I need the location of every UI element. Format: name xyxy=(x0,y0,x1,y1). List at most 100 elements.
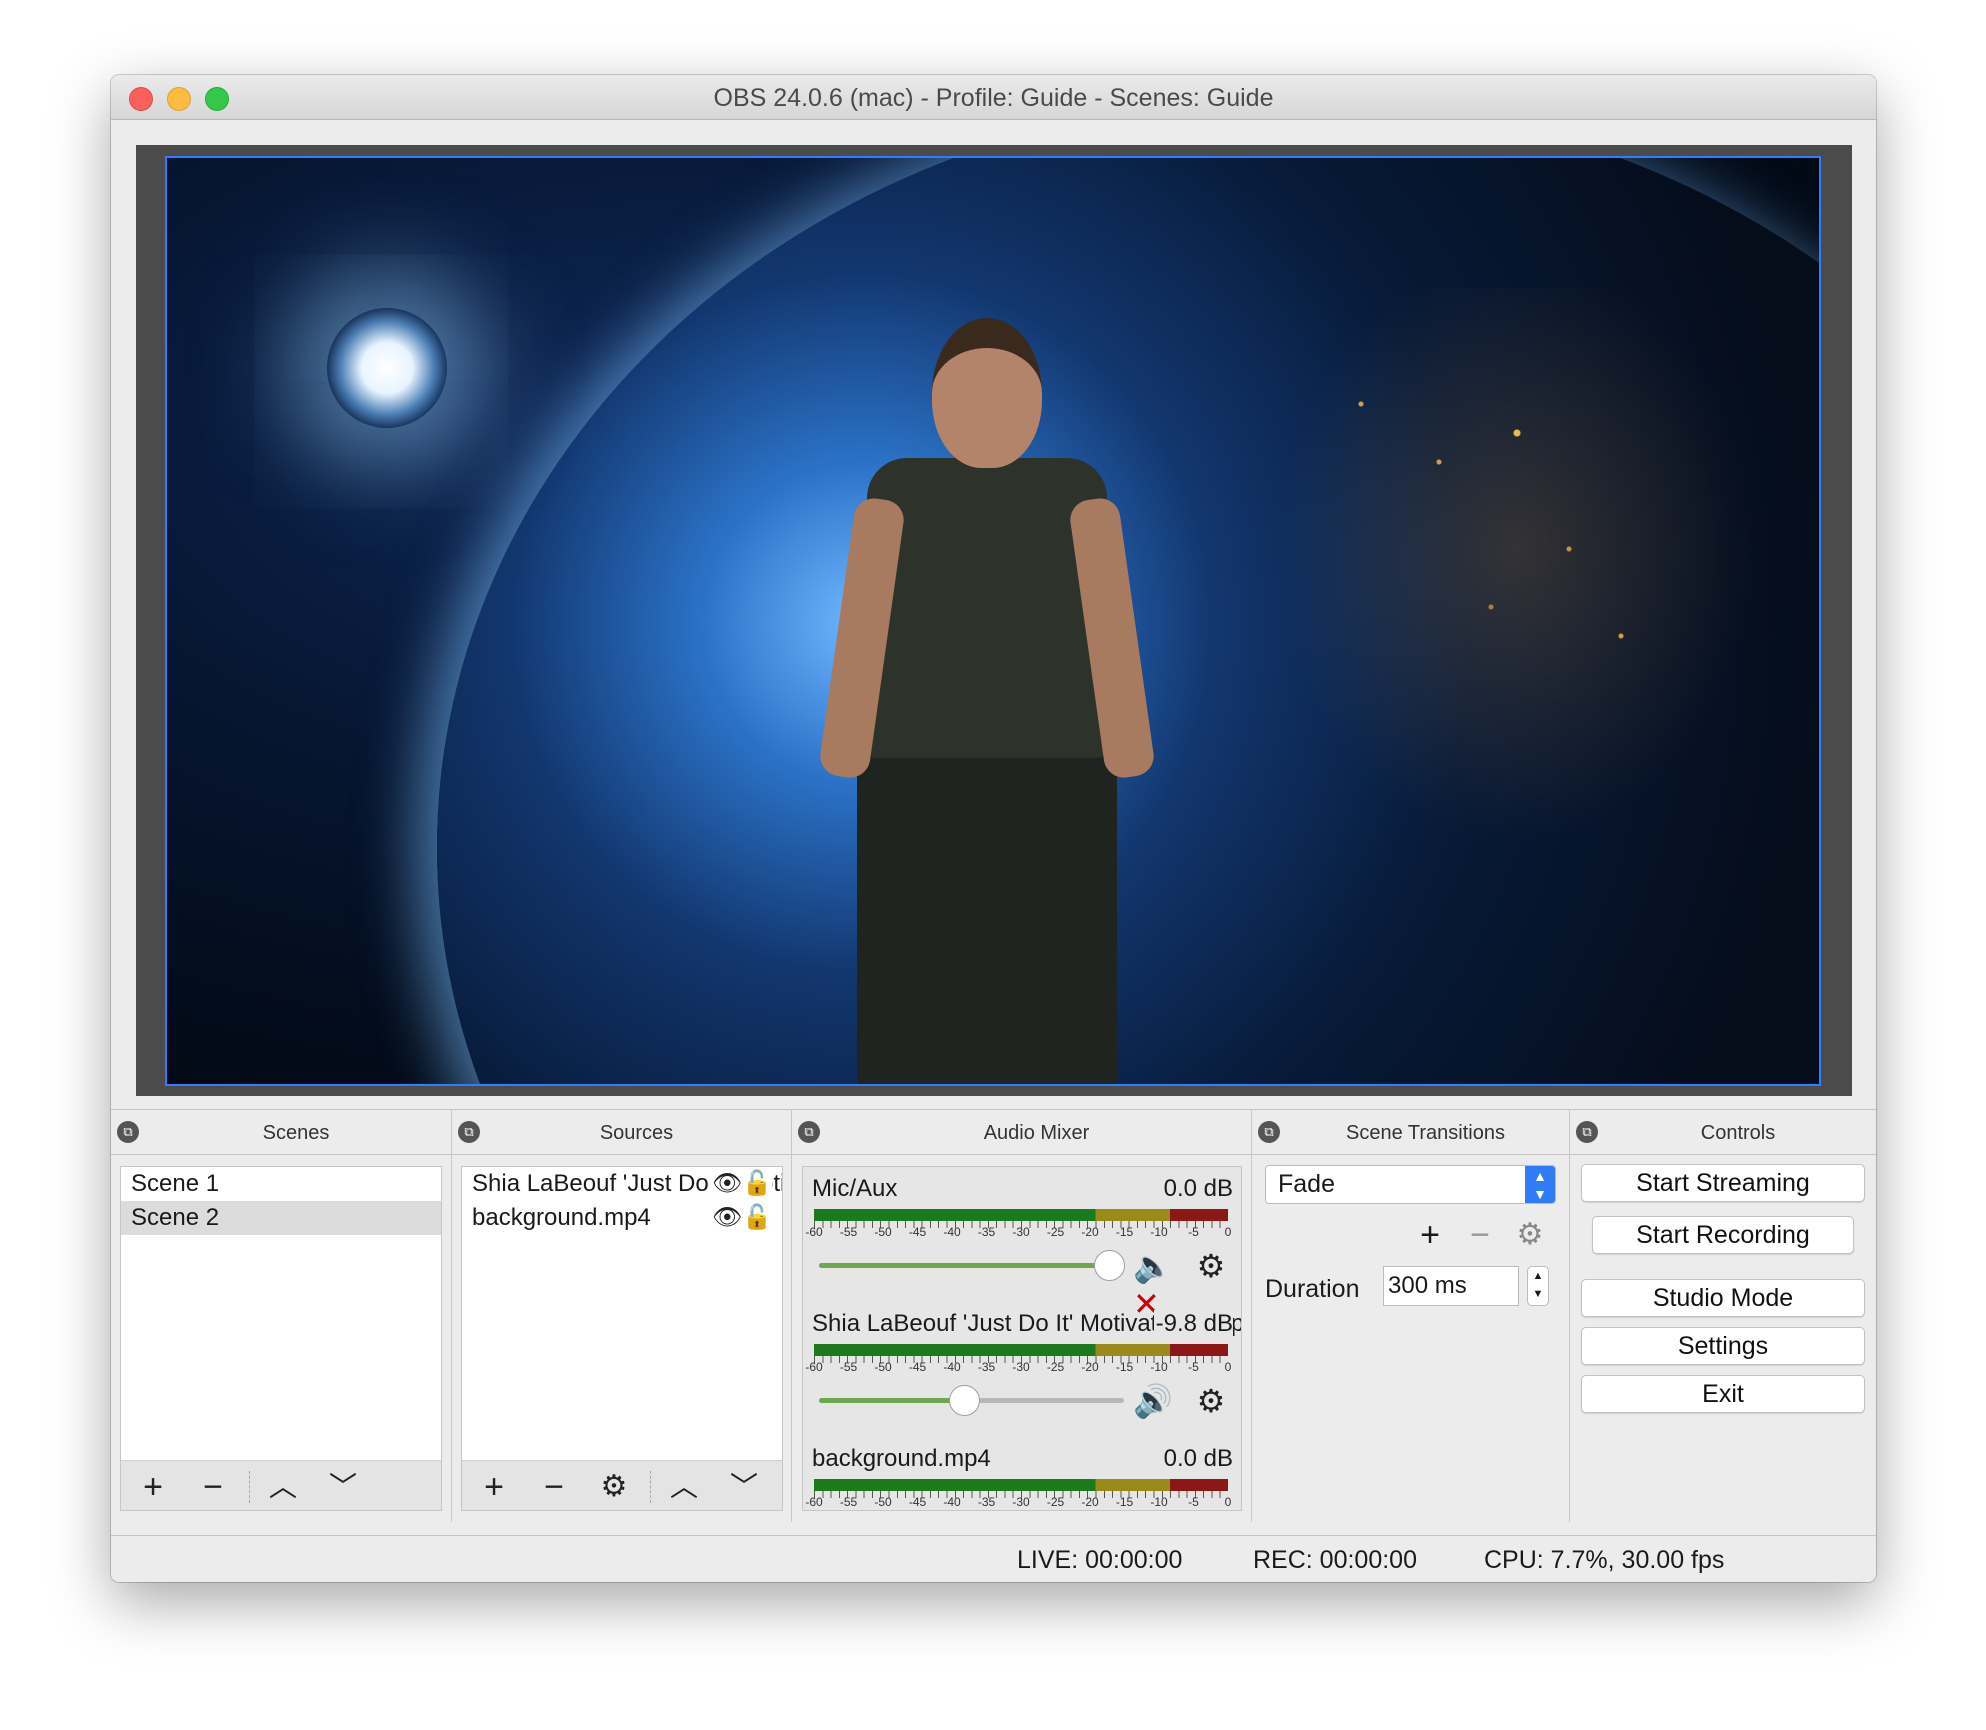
speaker-muted-icon[interactable]: 🔈✕ xyxy=(1133,1247,1187,1322)
volume-slider-handle[interactable] xyxy=(1093,1250,1125,1281)
exit-button[interactable]: Exit xyxy=(1581,1375,1865,1413)
volume-meter xyxy=(814,1479,1228,1491)
channel-name: Mic/Aux xyxy=(812,1175,898,1202)
channel-db: 0.0 dB xyxy=(1161,1175,1233,1203)
undock-icon[interactable]: ⧉ xyxy=(1576,1121,1598,1143)
meter-tick-label: -5 xyxy=(1188,1225,1199,1239)
minus-icon[interactable]: − xyxy=(534,1467,574,1507)
meter-tick-label: -35 xyxy=(977,1495,996,1509)
duration-label: Duration xyxy=(1265,1275,1360,1303)
window-title: OBS 24.0.6 (mac) - Profile: Guide - Scen… xyxy=(713,84,1274,112)
channel-name: background.mp4 xyxy=(812,1445,991,1472)
minus-icon[interactable]: − xyxy=(1460,1215,1500,1255)
meter-tick-label: -60 xyxy=(805,1225,823,1239)
speaker-icon[interactable]: 🔊 xyxy=(1133,1382,1187,1420)
controls-header: ⧉ Controls xyxy=(1570,1109,1876,1155)
volume-slider-handle[interactable] xyxy=(948,1385,980,1416)
scene-transitions-dock: ⧉ Scene Transitions Fade ▲ ▼ + − ⚙ Durati… xyxy=(1251,1109,1569,1522)
arrow-up-icon[interactable]: ︿ xyxy=(263,1467,303,1507)
meter-scale: -60 -55 -50 -45 -40 -35 -30 -25 -20 -15 -10 -5 0 xyxy=(805,1225,1238,1241)
meter-tick-label: -15 xyxy=(1115,1225,1134,1239)
arrow-up-icon[interactable]: ︿ xyxy=(664,1467,704,1507)
gear-icon[interactable]: ⚙ xyxy=(594,1467,634,1507)
obs-window: OBS 24.0.6 (mac) - Profile: Guide - Scen… xyxy=(111,75,1876,1582)
undock-icon[interactable]: ⧉ xyxy=(117,1121,139,1143)
preview-canvas[interactable] xyxy=(165,156,1821,1086)
undock-icon[interactable]: ⧉ xyxy=(798,1121,820,1143)
volume-slider[interactable] xyxy=(819,1250,1125,1281)
plus-icon[interactable]: + xyxy=(133,1467,173,1507)
meter-tick-label: -55 xyxy=(839,1225,858,1239)
scenes-dock: ⧉ Scenes Scene 1 Scene 2 + − ︿ ﹀ xyxy=(111,1109,451,1522)
arrow-down-icon[interactable]: ﹀ xyxy=(724,1467,764,1507)
volume-meter xyxy=(814,1209,1228,1221)
dock-row: ⧉ Scenes Scene 1 Scene 2 + − ︿ ﹀ ⧉ Sourc… xyxy=(111,1109,1876,1522)
audio-mixer-title: Audio Mixer xyxy=(983,1122,1090,1144)
meter-tick-label: -25 xyxy=(1046,1360,1065,1374)
sources-dock: ⧉ Sources Shia LaBeouf 'Just Do It' Moti… xyxy=(451,1109,791,1522)
meter-tick-label: -15 xyxy=(1115,1495,1134,1509)
eye-icon[interactable]: 👁 xyxy=(712,1167,742,1201)
meter-tick-label: -10 xyxy=(1150,1495,1168,1509)
volume-meter xyxy=(814,1344,1228,1356)
meter-tick-label: -10 xyxy=(1150,1225,1168,1239)
gear-icon[interactable]: ⚙ xyxy=(1191,1247,1231,1285)
audio-mixer-header: ⧉ Audio Mixer xyxy=(792,1109,1251,1155)
transition-select[interactable]: Fade ▲ ▼ xyxy=(1265,1165,1556,1204)
meter-tick-label: -60 xyxy=(805,1360,823,1374)
controls-dock: ⧉ Controls Start Streaming Start Recordi… xyxy=(1569,1109,1876,1522)
controls-title: Controls xyxy=(1700,1122,1776,1144)
scenes-dock-title: Scenes xyxy=(262,1122,330,1144)
meter-tick-label: -20 xyxy=(1081,1495,1099,1509)
mixer-channel: Mic/Aux 0.0 dB -60 -55 -50 -45 -40 -35 -30 -25 -20… xyxy=(803,1175,1241,1322)
meter-tick-label: 0 xyxy=(1224,1225,1232,1239)
settings-button[interactable]: Settings xyxy=(1581,1327,1865,1365)
minus-icon[interactable]: − xyxy=(193,1467,233,1507)
gear-icon[interactable]: ⚙ xyxy=(1191,1382,1231,1420)
sources-list: Shia LaBeouf 'Just Do It' Motivational S… xyxy=(461,1166,783,1511)
start-streaming-button[interactable]: Start Streaming xyxy=(1581,1164,1865,1202)
source-item[interactable]: Shia LaBeouf 'Just Do It' Motivational S… xyxy=(462,1167,782,1201)
meter-tick-label: -30 xyxy=(1012,1360,1030,1374)
volume-slider[interactable] xyxy=(819,1385,1124,1416)
plus-icon[interactable]: + xyxy=(1410,1215,1450,1255)
audio-mixer-dock: ⧉ Audio Mixer Mic/Aux 0.0 dB -60 -55 -50 -45-… xyxy=(791,1109,1251,1522)
cpu-status: CPU: 7.7%, 30.00 fps xyxy=(1484,1546,1725,1574)
channel-db: 0.0 dB xyxy=(1161,1445,1233,1473)
audio-mixer-channels[interactable]: Mic/Aux 0.0 dB -60 -55 -50 -45 -40 -35 -30 -25 -20… xyxy=(802,1166,1242,1511)
studio-mode-button[interactable]: Studio Mode xyxy=(1581,1279,1865,1317)
meter-tick-label: -15 xyxy=(1115,1360,1134,1374)
meter-tick-label: -50 xyxy=(874,1225,892,1239)
sources-dock-title: Sources xyxy=(599,1122,674,1144)
meter-tick-label: 0 xyxy=(1224,1360,1232,1374)
duration-stepper[interactable]: ▲ ▼ xyxy=(1527,1266,1549,1306)
source-item[interactable]: background.mp4 👁🔓 xyxy=(462,1201,782,1235)
meter-tick-label: -45 xyxy=(908,1495,927,1509)
meter-tick-label: -55 xyxy=(839,1495,858,1509)
scene-item-selected[interactable]: Scene 2 xyxy=(121,1201,441,1235)
start-recording-button[interactable]: Start Recording xyxy=(1592,1216,1854,1254)
meter-tick-label: -30 xyxy=(1012,1225,1030,1239)
scenes-dock-header: ⧉ Scenes xyxy=(111,1109,451,1155)
mixer-channel: background.mp4 0.0 dB -60 -55 -50 -45 -40 -35 -3… xyxy=(803,1445,1241,1510)
meter-tick-label: -45 xyxy=(908,1225,927,1239)
undock-icon[interactable]: ⧉ xyxy=(458,1121,480,1143)
mixer-channel: Shia LaBeouf 'Just Do It' Motivational S… xyxy=(803,1310,1241,1445)
lock-icon[interactable]: 🔓 xyxy=(742,1167,772,1201)
eye-icon[interactable]: 👁 xyxy=(712,1201,742,1235)
gear-icon[interactable]: ⚙ xyxy=(1510,1215,1550,1255)
meter-tick-label: -35 xyxy=(977,1225,996,1239)
meter-tick-label: -50 xyxy=(874,1495,892,1509)
meter-scale: -60 -55 -50 -45 -40 -35 -30 -25 -20 -15 -10 -5 0 xyxy=(805,1495,1238,1510)
scenes-toolbar: + − ︿ ﹀ xyxy=(121,1460,441,1510)
status-bar: LIVE: 00:00:00 REC: 00:00:00 CPU: 7.7%, … xyxy=(111,1535,1876,1582)
scene-item[interactable]: Scene 1 xyxy=(121,1167,441,1201)
undock-icon[interactable]: ⧉ xyxy=(1258,1121,1280,1143)
sun-glare xyxy=(327,308,447,428)
arrow-down-icon[interactable]: ﹀ xyxy=(323,1467,363,1507)
lock-icon[interactable]: 🔓 xyxy=(742,1201,772,1235)
duration-input[interactable]: 300 ms xyxy=(1383,1266,1519,1306)
meter-tick-label: -60 xyxy=(805,1495,823,1509)
rec-timer: REC: 00:00:00 xyxy=(1253,1546,1417,1574)
plus-icon[interactable]: + xyxy=(474,1467,514,1507)
